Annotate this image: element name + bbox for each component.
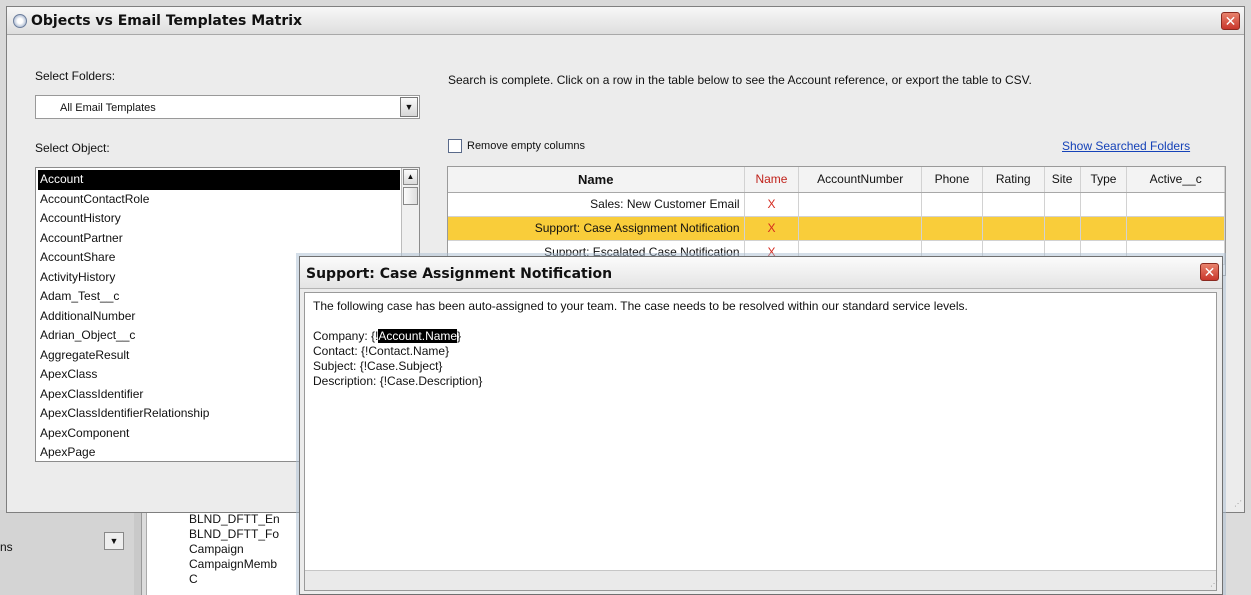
column-header[interactable]: AccountNumber: [798, 167, 923, 193]
dialog-title: Objects vs Email Templates Matrix: [31, 13, 303, 29]
background-left-pane: ns ▼: [0, 510, 140, 595]
contact-line: Contact: {!Contact.Name}: [313, 344, 450, 358]
background-dropdown-text: ns: [0, 540, 13, 554]
horizontal-scrollbar[interactable]: [305, 570, 1216, 590]
match-cell[interactable]: [921, 192, 983, 217]
select-object-label: Select Object:: [35, 141, 110, 155]
close-button[interactable]: ✕: [1200, 263, 1219, 281]
match-cell[interactable]: [1126, 216, 1225, 241]
list-item[interactable]: CampaignMemb: [189, 557, 306, 572]
chevron-down-icon[interactable]: ▼: [400, 97, 418, 117]
list-item[interactable]: Campaign: [189, 542, 306, 557]
background-object-list: BLND_DFTT_En BLND_DFTT_Fo Campaign Campa…: [146, 510, 306, 595]
description-line: Description: {!Case.Description}: [313, 374, 483, 388]
template-name-cell[interactable]: Sales: New Customer Email: [448, 192, 745, 217]
show-searched-folders-link[interactable]: Show Searched Folders: [1062, 139, 1190, 153]
folder-dropdown[interactable]: All Email Templates ▼: [35, 95, 420, 119]
match-cell[interactable]: [1080, 192, 1128, 217]
chevron-up-icon[interactable]: ▲: [403, 169, 418, 185]
column-header[interactable]: Active__c: [1126, 167, 1225, 193]
column-header[interactable]: Site: [1044, 167, 1081, 193]
table-row[interactable]: Sales: New Customer Email X: [448, 192, 1225, 217]
dialog-titlebar[interactable]: Objects vs Email Templates Matrix ✕: [7, 7, 1244, 35]
company-line: Company: {!Account.Name}: [313, 329, 1208, 344]
template-name-cell[interactable]: Support: Case Assignment Notification: [448, 216, 745, 241]
matched-field-highlight: Account.Name: [378, 329, 458, 343]
match-cell[interactable]: [982, 192, 1045, 217]
column-header[interactable]: Type: [1080, 167, 1128, 193]
list-item[interactable]: BLND_DFTT_En: [189, 512, 306, 527]
match-cell[interactable]: [921, 216, 983, 241]
folder-dropdown-value: All Email Templates: [60, 102, 156, 114]
close-button[interactable]: ✕: [1221, 12, 1240, 30]
column-header-name[interactable]: Name: [448, 167, 745, 193]
template-intro: The following case has been auto-assigne…: [313, 299, 968, 313]
object-item[interactable]: AccountPartner: [38, 229, 400, 249]
column-header[interactable]: Phone: [921, 167, 983, 193]
match-cell[interactable]: [982, 216, 1045, 241]
match-cell[interactable]: [1044, 216, 1081, 241]
status-message: Search is complete. Click on a row in th…: [448, 73, 1032, 87]
remove-empty-columns-label[interactable]: Remove empty columns: [467, 140, 585, 152]
list-item[interactable]: BLND_DFTT_Fo: [189, 527, 306, 542]
popup-title: Support: Case Assignment Notification: [306, 266, 613, 282]
template-preview-dialog: Support: Case Assignment Notification ✕ …: [299, 256, 1223, 595]
match-cell[interactable]: [798, 192, 923, 217]
remove-empty-columns-checkbox[interactable]: [448, 139, 462, 153]
background-divider: [134, 510, 142, 595]
match-cell[interactable]: X: [744, 216, 800, 241]
chevron-down-icon[interactable]: ▼: [104, 532, 124, 550]
match-cell[interactable]: [1044, 192, 1081, 217]
table-header-row: Name Name AccountNumber Phone Rating Sit…: [448, 167, 1225, 193]
match-cell[interactable]: [798, 216, 923, 241]
match-cell[interactable]: [1126, 192, 1225, 217]
template-body-text[interactable]: The following case has been auto-assigne…: [304, 292, 1217, 591]
match-cell[interactable]: [1080, 216, 1128, 241]
scrollbar-thumb[interactable]: [403, 187, 418, 205]
popup-titlebar[interactable]: Support: Case Assignment Notification ✕: [300, 257, 1222, 289]
resize-grip-icon[interactable]: ⋰: [1206, 578, 1218, 590]
object-item-selected[interactable]: Account: [38, 170, 400, 190]
match-cell[interactable]: X: [744, 192, 800, 217]
column-header[interactable]: Rating: [982, 167, 1045, 193]
resize-grip-icon[interactable]: ⋰: [1230, 498, 1242, 510]
list-item[interactable]: C: [189, 572, 306, 587]
subject-line: Subject: {!Case.Subject}: [313, 359, 443, 373]
company-suffix: }: [457, 329, 462, 343]
select-folders-label: Select Folders:: [35, 69, 116, 83]
column-header[interactable]: Name: [744, 167, 800, 193]
object-item[interactable]: AccountContactRole: [38, 190, 400, 210]
company-prefix: Company: {!: [313, 329, 379, 343]
table-row-selected[interactable]: Support: Case Assignment Notification X: [448, 216, 1225, 241]
gear-icon: [13, 14, 27, 28]
object-item[interactable]: AccountHistory: [38, 209, 400, 229]
